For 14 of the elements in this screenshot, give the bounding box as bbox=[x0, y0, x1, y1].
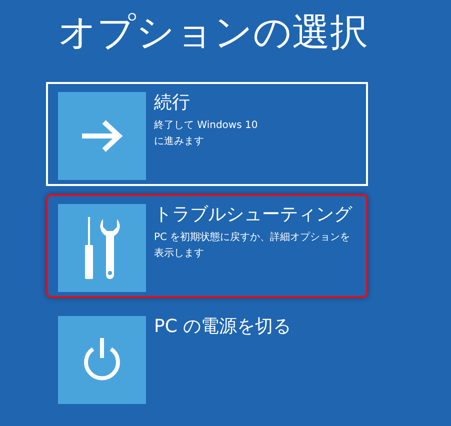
option-label: 続行 bbox=[154, 92, 191, 114]
option-label: トラブルシューティング bbox=[154, 204, 352, 226]
arrow-icon bbox=[80, 119, 124, 153]
option-description: 終了して Windows 10 bbox=[154, 119, 258, 133]
option-description: PC を初期状態に戻すか、詳細オプションを bbox=[154, 230, 352, 245]
power-icon bbox=[81, 337, 123, 383]
tools-icon bbox=[84, 215, 120, 281]
option-button[interactable]: PC の電源を切る bbox=[46, 306, 368, 410]
option-label: PC の電源を切る bbox=[154, 316, 292, 338]
option-button[interactable]: トラブルシューティング PC を初期状態に戻すか、詳細オプションを 表示します bbox=[46, 194, 368, 298]
option-description: 表示します bbox=[154, 246, 205, 261]
option-description: に進みます bbox=[154, 135, 205, 149]
option-button[interactable]: 続行 終了して Windows 10 に進みます bbox=[46, 82, 368, 186]
page-title: オプションの選択 bbox=[58, 9, 369, 56]
